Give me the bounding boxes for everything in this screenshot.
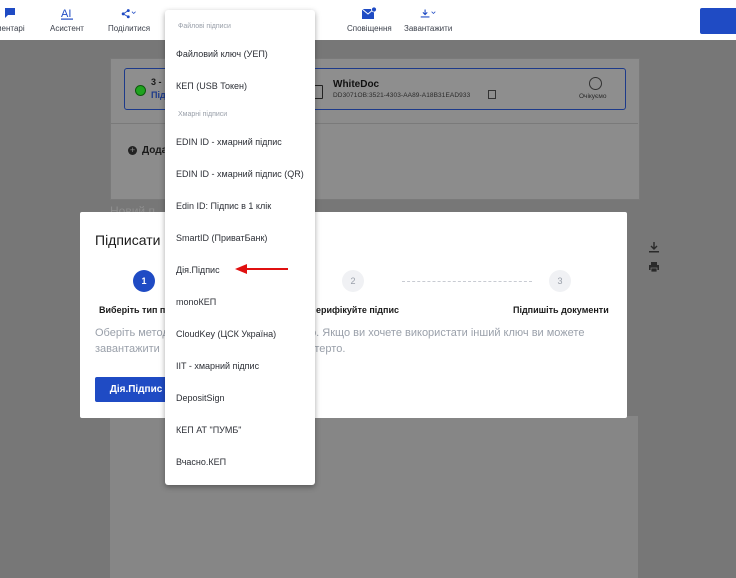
document-name: WhiteDoc xyxy=(333,79,380,90)
ai-assistant-icon: AI xyxy=(59,6,75,20)
menu-item-diia-sign[interactable]: Дія.Підпис xyxy=(176,265,220,275)
menu-item-monokep[interactable]: monoКЕП xyxy=(176,297,216,307)
comment-icon xyxy=(2,6,18,20)
toolbar-comments[interactable]: ментарі xyxy=(0,6,25,36)
menu-item-edin-cloud[interactable]: EDIN ID - хмарний підпис xyxy=(176,137,282,147)
sign-modal: Підписати , 1 2 3 Виберіть тип пі ерифік… xyxy=(80,212,627,418)
download-icon xyxy=(420,6,436,20)
document-id: DD3071OB:3521-4303-AA89-A18B31EAD933 xyxy=(333,92,471,99)
menu-item-iit-cloud[interactable]: IIT - хмарний підпис xyxy=(176,361,259,371)
signature-type-dropdown: Файлові підписи Файловий ключ (УЕП) КЕП … xyxy=(165,10,315,485)
toolbar-share-label: Поділитися xyxy=(108,24,151,33)
menu-item-edin-one-click[interactable]: Edin ID: Підпис в 1 клік xyxy=(176,201,271,211)
signature-step-sub: Під xyxy=(151,90,166,100)
svg-text:AI: AI xyxy=(61,8,71,20)
menu-item-usb-token[interactable]: КЕП (USB Токен) xyxy=(176,81,247,91)
status-dot-icon xyxy=(135,85,146,96)
toolbar-download[interactable]: Завантажити xyxy=(404,6,452,36)
menu-item-file-key[interactable]: Файловий ключ (УЕП) xyxy=(176,49,268,59)
step-2-label: ерифікуйте підпис xyxy=(316,305,399,315)
copy-icon[interactable] xyxy=(488,90,496,99)
modal-title: Підписати , xyxy=(95,232,169,248)
step-3-label: Підпишіть документи xyxy=(513,305,609,315)
step-1-indicator: 1 xyxy=(133,270,155,292)
signature-step-text: 3 - xyxy=(151,77,162,87)
toolbar-comments-label: ментарі xyxy=(0,24,25,33)
toolbar-assistant-label: Асистент xyxy=(50,24,84,33)
menu-item-vchasno[interactable]: Вчасно.КЕП xyxy=(176,457,226,467)
clock-icon xyxy=(589,77,602,90)
add-signer-label[interactable]: Дода xyxy=(142,145,167,156)
print-icon[interactable] xyxy=(648,260,660,273)
step-connector xyxy=(402,281,532,282)
menu-item-depositsign[interactable]: DepositSign xyxy=(176,393,225,403)
toolbar-notifications[interactable]: Сповіщення xyxy=(347,6,392,36)
menu-item-pumb[interactable]: КЕП АТ "ПУМБ" xyxy=(176,425,242,435)
primary-action-button[interactable] xyxy=(700,8,736,34)
step-2-indicator: 2 xyxy=(342,270,364,292)
toolbar-download-label: Завантажити xyxy=(404,24,453,33)
step-3-indicator: 3 xyxy=(549,270,571,292)
add-circle-icon[interactable]: + xyxy=(128,146,137,155)
cloud-signatures-header: Хмарні підписи xyxy=(178,111,228,118)
waiting-status: Очікуємо xyxy=(579,93,607,100)
menu-item-cloudkey[interactable]: CloudKey (ЦСК Україна) xyxy=(176,329,276,339)
top-toolbar: ментарі AI Асистент Поділитися Сповіщенн… xyxy=(0,0,736,40)
toolbar-assistant[interactable]: AI Асистент xyxy=(50,6,84,36)
step-1-label: Виберіть тип пі xyxy=(99,305,168,315)
mail-notification-icon xyxy=(361,6,378,20)
menu-item-smartid[interactable]: SmartID (ПриватБанк) xyxy=(176,233,267,243)
toolbar-share[interactable]: Поділитися xyxy=(108,6,150,36)
file-signatures-header: Файлові підписи xyxy=(178,23,231,30)
toolbar-notifications-label: Сповіщення xyxy=(347,24,392,33)
share-icon xyxy=(121,6,137,20)
annotation-arrow-icon xyxy=(235,264,288,274)
download-side-icon[interactable] xyxy=(648,240,660,253)
menu-item-edin-cloud-qr[interactable]: EDIN ID - хмарний підпис (QR) xyxy=(176,169,304,179)
